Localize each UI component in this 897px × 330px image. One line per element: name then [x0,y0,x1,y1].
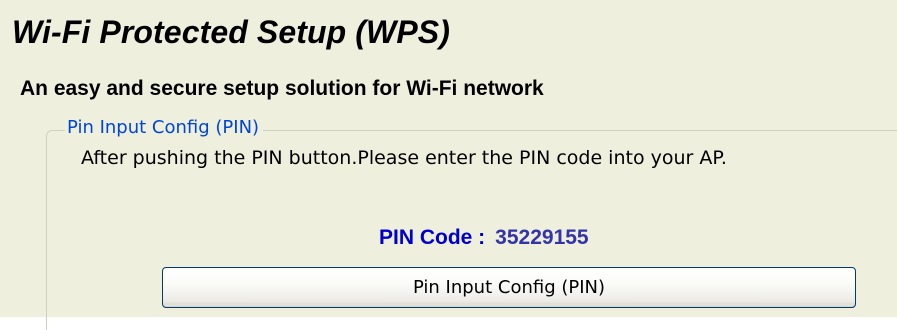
pin-config-legend: Pin Input Config (PIN) [65,117,264,138]
pin-instruction-text: After pushing the PIN button.Please ente… [81,147,727,169]
page-subtitle: An easy and secure setup solution for Wi… [20,77,544,100]
wps-panel: Wi-Fi Protected Setup (WPS) An easy and … [0,0,897,330]
pin-input-config-button[interactable]: Pin Input Config (PIN) [162,267,856,308]
pin-code-row: PIN Code : 35229155 [379,226,589,250]
pin-code-label: PIN Code : [379,226,486,249]
pin-input-config-button-label: Pin Input Config (PIN) [412,277,606,298]
page-title: Wi-Fi Protected Setup (WPS) [12,14,450,50]
pin-code-value: 35229155 [495,226,589,249]
